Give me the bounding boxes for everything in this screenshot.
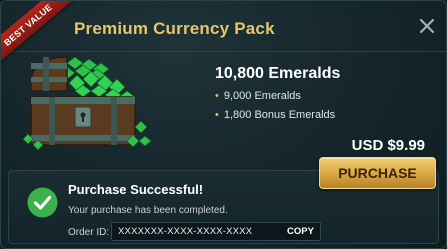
dialog-header: Premium Currency Pack [1,1,446,52]
order-id-label: Order ID: [68,227,110,238]
price-label: USD $9.99 [351,137,425,154]
dialog-title: Premium Currency Pack [74,19,275,38]
purchase-dialog: Premium Currency Pack BEST VALUE 10,800 … [0,0,447,249]
close-button[interactable] [416,15,438,37]
copy-button[interactable]: COPY [287,226,314,237]
bullet-label: 9,000 Emeralds [223,90,301,102]
checkmark-icon [27,187,58,218]
purchase-button[interactable]: PURCHASE [319,157,436,189]
bullet-label: 1,800 Bonus Emeralds [223,109,336,121]
treasure-chest-icon [22,53,153,153]
success-description: Your purchase has been completed. [68,205,228,216]
close-icon [419,18,435,34]
bullet-bonus-emeralds: • 1,800 Bonus Emeralds [215,109,335,121]
bullet-dot-icon: • [215,90,219,102]
bullet-base-emeralds: • 9,000 Emeralds [215,90,301,102]
success-title: Purchase Successful! [68,182,204,197]
order-id-value: XXXXXXX-XXXX-XXXX-XXXX [118,226,253,237]
bullet-dot-icon: • [215,109,219,121]
currency-amount: 10,800 Emeralds [215,65,341,82]
